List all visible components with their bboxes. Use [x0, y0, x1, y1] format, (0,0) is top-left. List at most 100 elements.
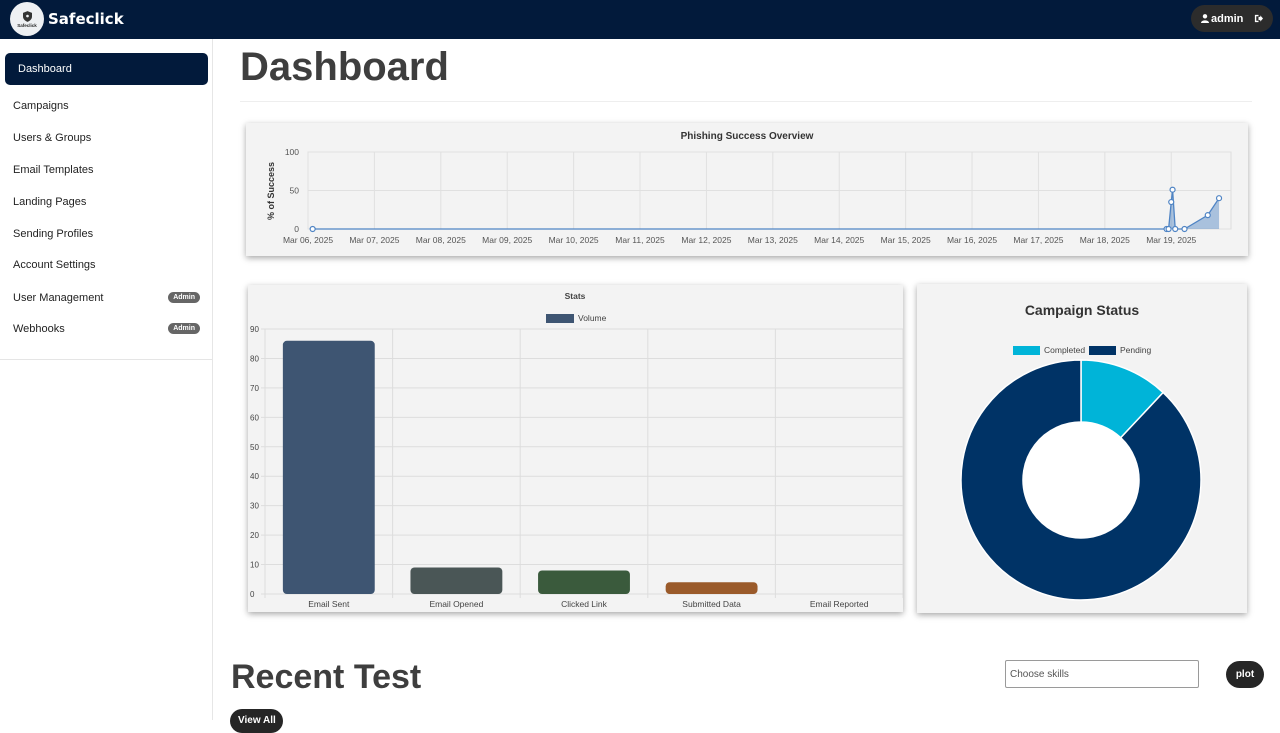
- y-tick-label: 0: [250, 590, 255, 599]
- data-point: [1165, 225, 1172, 233]
- brand[interactable]: Safeclick Safeclick: [10, 2, 124, 36]
- x-tick-label: Submitted Data: [682, 599, 741, 609]
- data-point: [1181, 225, 1188, 233]
- data-point: [1169, 186, 1176, 193]
- sidebar-item-sending-profiles[interactable]: Sending Profiles: [5, 218, 208, 250]
- campaign-status-chart: Campaign Status Completed Pending: [960, 302, 1202, 601]
- sidebar-item-account-settings[interactable]: Account Settings: [5, 249, 208, 281]
- phishing-success-card: Phishing Success Overview % of Success Mar…: [246, 123, 1248, 256]
- y-tick-label: 70: [250, 384, 259, 393]
- data-point: [309, 225, 316, 233]
- sidebar-item-label: Sending Profiles: [13, 228, 94, 240]
- bar-clicked-link: [538, 570, 630, 594]
- sidebar-item-label: Campaigns: [13, 100, 69, 112]
- y-tick-label: 90: [250, 325, 259, 334]
- data-point: [1168, 198, 1175, 206]
- username-label: admin: [1211, 12, 1244, 25]
- x-tick-label: Email Reported: [810, 599, 869, 609]
- admin-badge: Admin: [168, 323, 200, 334]
- legend-label: Volume: [578, 313, 607, 323]
- data-point: [1215, 195, 1223, 202]
- x-tick-label: Mar 16, 2025: [947, 235, 997, 245]
- legend-swatch-pending: [1089, 346, 1116, 355]
- legend-label: Pending: [1120, 345, 1151, 355]
- recent-test-heading: Recent Test: [231, 658, 422, 696]
- series-line: [312, 189, 1220, 230]
- sidebar-item-label: Dashboard: [18, 63, 72, 75]
- x-tick-label: Mar 10, 2025: [549, 235, 599, 245]
- sidebar-divider: [0, 359, 212, 360]
- chart-title: Phishing Success Overview: [681, 131, 814, 142]
- x-tick-label: Clicked Link: [561, 599, 608, 609]
- sidebar-item-label: Landing Pages: [13, 196, 87, 208]
- title-divider: [240, 101, 1252, 102]
- y-tick-label: 60: [250, 413, 259, 422]
- bar-email-sent: [282, 340, 375, 594]
- x-tick-label: Mar 17, 2025: [1013, 235, 1063, 245]
- series-area: [312, 189, 1220, 229]
- data-point: [1204, 212, 1211, 219]
- shield-icon: [22, 10, 32, 22]
- legend-swatch-volume: [546, 314, 574, 323]
- phishing-success-chart: Phishing Success Overview % of Success Mar…: [266, 131, 1232, 245]
- sidebar-item-webhooks[interactable]: Webhooks Admin: [5, 313, 208, 345]
- x-tick-label: Mar 11, 2025: [615, 235, 665, 245]
- sidebar-item-label: Webhooks: [13, 323, 65, 335]
- sidebar-item-email-templates[interactable]: Email Templates: [5, 154, 208, 186]
- x-tick-label: Mar 12, 2025: [681, 235, 731, 245]
- y-tick-label: 50: [290, 186, 300, 196]
- sidebar-item-label: User Management: [13, 292, 104, 304]
- x-tick-label: Mar 19, 2025: [1146, 235, 1196, 245]
- chart-title: Campaign Status: [1025, 302, 1140, 318]
- chart-title: Stats: [565, 291, 586, 301]
- stats-card: Stats Volume 0 10 20 30 40 50 60 70 80 90 Email Sent…: [248, 285, 903, 612]
- x-tick-label: Email Sent: [308, 599, 350, 609]
- top-navbar: Safeclick Safeclick admin: [0, 0, 1280, 39]
- x-tick-label: Mar 13, 2025: [748, 235, 798, 245]
- brand-logo: Safeclick: [10, 2, 44, 36]
- sidebar-item-label: Email Templates: [13, 164, 94, 176]
- x-tick-label: Email Opened: [429, 599, 483, 609]
- y-tick-label: 50: [250, 443, 259, 452]
- sidebar-item-users-groups[interactable]: Users & Groups: [5, 122, 208, 154]
- y-tick-label: 30: [250, 502, 259, 511]
- bar-email-opened: [410, 567, 503, 594]
- brand-logo-text: Safeclick: [17, 22, 37, 28]
- page-title: Dashboard: [240, 45, 449, 89]
- logout-icon[interactable]: [1254, 14, 1263, 23]
- doughnut-hole: [1023, 422, 1139, 538]
- y-tick-label: 40: [250, 472, 259, 481]
- user-icon: [1201, 14, 1209, 23]
- x-tick-label: Mar 07, 2025: [349, 235, 399, 245]
- x-tick-label: Mar 18, 2025: [1080, 235, 1130, 245]
- x-tick-label: Mar 14, 2025: [814, 235, 864, 245]
- y-axis-label: % of Success: [266, 162, 276, 220]
- x-tick-label: Mar 06, 2025: [283, 235, 333, 245]
- brand-name: Safeclick: [48, 10, 124, 28]
- sidebar-item-landing-pages[interactable]: Landing Pages: [5, 186, 208, 218]
- y-tick-label: 0: [294, 224, 299, 234]
- y-tick-label: 80: [250, 354, 259, 363]
- sidebar-item-user-management[interactable]: User Management Admin: [5, 282, 208, 314]
- sidebar-item-campaigns[interactable]: Campaigns: [5, 90, 208, 122]
- y-tick-label: 100: [285, 147, 299, 157]
- sidebar-item-label: Account Settings: [13, 259, 96, 271]
- data-point: [1172, 225, 1179, 233]
- y-tick-label: 10: [250, 561, 259, 570]
- admin-badge: Admin: [168, 292, 200, 303]
- view-all-button[interactable]: View All: [230, 709, 283, 733]
- legend-label: Completed: [1044, 345, 1085, 355]
- sidebar-item-label: Users & Groups: [13, 132, 92, 144]
- sidebar-item-dashboard[interactable]: Dashboard: [5, 53, 208, 85]
- x-tick-label: Mar 15, 2025: [881, 235, 931, 245]
- skills-input[interactable]: [1005, 660, 1199, 688]
- x-tick-label: Mar 09, 2025: [482, 235, 532, 245]
- bar-submitted-data: [665, 582, 758, 594]
- stats-chart: Stats Volume 0 10 20 30 40 50 60 70 80 90 Email Sent…: [250, 291, 903, 609]
- sidebar: Dashboard Campaigns Users & Groups Email…: [0, 39, 213, 720]
- plot-button[interactable]: plot: [1226, 661, 1264, 688]
- legend-swatch-completed: [1013, 346, 1040, 355]
- user-menu-button[interactable]: admin: [1191, 5, 1273, 32]
- y-tick-label: 20: [250, 531, 259, 540]
- x-tick-label: Mar 08, 2025: [416, 235, 466, 245]
